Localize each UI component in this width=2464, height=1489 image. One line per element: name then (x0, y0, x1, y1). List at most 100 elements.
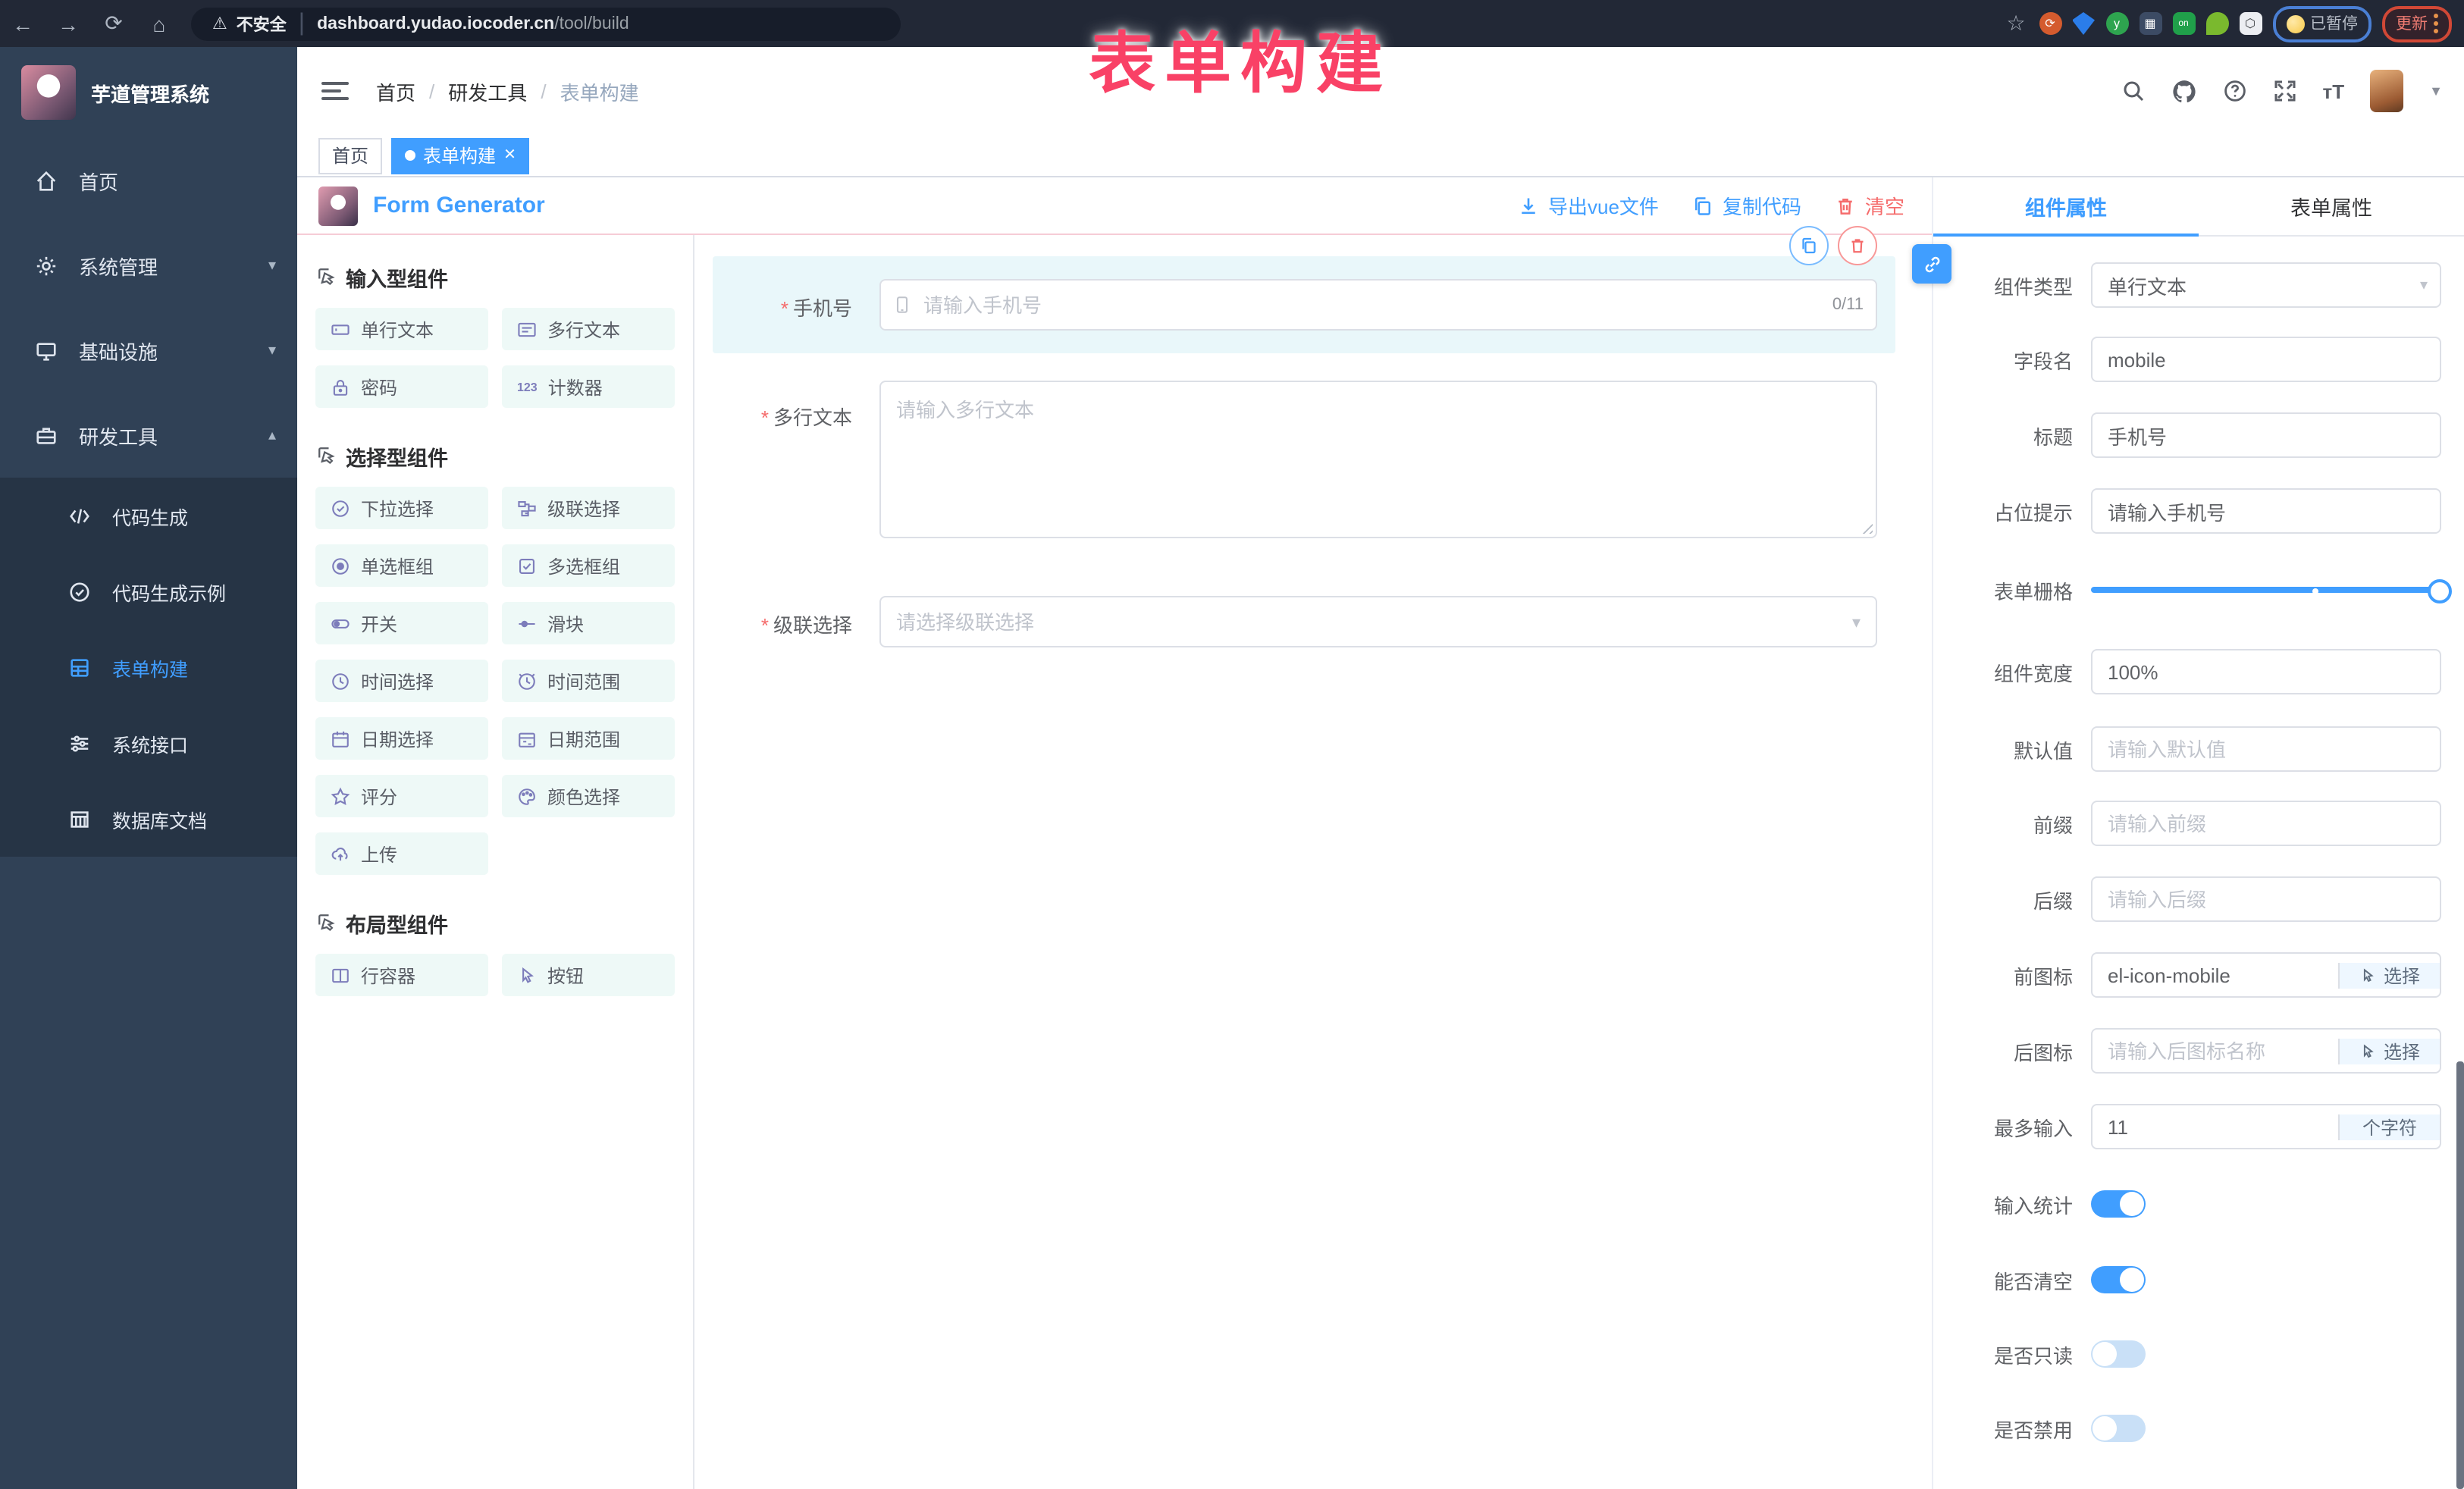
phone-input-field[interactable] (920, 292, 1832, 318)
component-chip-password[interactable]: 密码 (315, 365, 488, 408)
form-grid-slider[interactable] (2091, 567, 2441, 613)
max-input-field[interactable]: 个字符 (2091, 1104, 2441, 1149)
component-chip-time[interactable]: 时间选择 (315, 660, 488, 702)
suffix-icon-input[interactable]: 选择 (2091, 1028, 2441, 1074)
browser-home-icon[interactable]: ⌂ (136, 11, 182, 36)
drag-component-icon (315, 911, 337, 936)
placeholder-input[interactable] (2091, 488, 2441, 534)
component-type-select[interactable]: ▾ (2091, 262, 2441, 308)
breadcrumb-home[interactable]: 首页 (376, 77, 415, 105)
bookmark-star-icon[interactable]: ☆ (2004, 11, 2028, 36)
clock-range-icon (517, 671, 537, 691)
delete-field-button[interactable] (1838, 226, 1877, 265)
switch-icon (331, 613, 350, 633)
sidebar-item-codegen-demo[interactable]: 代码生成示例 (0, 553, 297, 629)
table-icon (67, 807, 91, 830)
tag-home[interactable]: 首页 (318, 137, 382, 174)
component-chip-rate[interactable]: 评分 (315, 775, 488, 817)
extension-icon-6[interactable] (2205, 12, 2228, 35)
tab-component-props[interactable]: 组件属性 (1933, 177, 2199, 235)
page: ← → ⟳ ⌂ ⚠ 不安全 | dashboard.yudao.iocoder.… (0, 0, 2464, 1489)
profile-paused-badge[interactable]: 已暂停 (2272, 5, 2372, 42)
app-logo[interactable]: 芋道管理系统 (0, 47, 297, 138)
font-size-icon[interactable]: ᴛT (2323, 80, 2345, 102)
textarea-input[interactable] (881, 382, 1876, 537)
search-icon[interactable] (2121, 79, 2146, 103)
browser-update-button[interactable]: 更新 (2382, 5, 2452, 42)
component-chip-select[interactable]: 下拉选择 (315, 487, 488, 529)
browser-back-icon[interactable]: ← (0, 11, 45, 36)
disabled-toggle[interactable] (2091, 1415, 2146, 1442)
sidebar-item-db-doc[interactable]: 数据库文档 (0, 781, 297, 857)
extension-icon-5[interactable]: on (2172, 12, 2195, 35)
clear-button[interactable]: 清空 (1835, 191, 1904, 220)
close-icon[interactable]: ✕ (503, 147, 516, 164)
security-label: 不安全 (237, 11, 287, 36)
sidebar-item-infra[interactable]: 基础设施 ▾ (0, 308, 297, 393)
component-chip-counter[interactable]: 123 计数器 (502, 365, 675, 408)
component-chip-button[interactable]: 按钮 (502, 954, 675, 996)
breadcrumb-devtools[interactable]: 研发工具 (448, 77, 527, 105)
component-chip-single-text[interactable]: 单行文本 (315, 308, 488, 350)
sidebar-item-devtools[interactable]: 研发工具 ▴ (0, 393, 297, 478)
input-stats-toggle[interactable] (2091, 1190, 2146, 1218)
copy-code-button[interactable]: 复制代码 (1692, 191, 1801, 220)
component-chip-slider[interactable]: 滑块 (502, 602, 675, 644)
sidebar-item-codegen[interactable]: 代码生成 (0, 478, 297, 553)
breadcrumb: 首页 / 研发工具 / 表单构建 (376, 77, 639, 105)
scrollbar-thumb[interactable] (2456, 1061, 2464, 1489)
component-chip-row-container[interactable]: 行容器 (315, 954, 488, 996)
suffix-input[interactable] (2091, 876, 2441, 922)
hamburger-icon[interactable] (321, 82, 349, 100)
extension-icon-1[interactable]: ⟳ (2039, 12, 2061, 35)
prefix-icon-input[interactable]: 选择 (2091, 952, 2441, 998)
component-chip-upload[interactable]: 上传 (315, 832, 488, 875)
phone-input[interactable]: 0/11 (879, 279, 1877, 331)
sidebar-item-form-builder[interactable]: 表单构建 (0, 629, 297, 705)
slider-handle[interactable] (2428, 579, 2452, 603)
sidebar-item-api[interactable]: 系统接口 (0, 705, 297, 781)
fullscreen-icon[interactable] (2273, 79, 2297, 103)
readonly-toggle[interactable] (2091, 1340, 2146, 1368)
form-generator-title: Form Generator (373, 193, 545, 218)
sidebar-item-home[interactable]: 首页 (0, 138, 297, 223)
extension-icon-3[interactable]: y (2105, 12, 2128, 35)
tab-form-props[interactable]: 表单属性 (2199, 177, 2464, 235)
component-chip-radio[interactable]: 单选框组 (315, 544, 488, 587)
component-chip-checkbox[interactable]: 多选框组 (502, 544, 675, 587)
tag-form-builder[interactable]: 表单构建 ✕ (391, 137, 530, 174)
browser-menu-icon[interactable] (2434, 14, 2438, 33)
cascader-field[interactable]: ▾ (879, 596, 1877, 647)
component-chip-textarea[interactable]: 多行文本 (502, 308, 675, 350)
extensions-puzzle-icon[interactable]: ⬡ (2239, 12, 2262, 35)
component-chip-date-range[interactable]: 日期范围 (502, 717, 675, 760)
user-avatar[interactable] (2370, 70, 2403, 112)
address-bar[interactable]: ⚠ 不安全 | dashboard.yudao.iocoder.cn /tool… (191, 7, 901, 40)
cascader-input[interactable] (881, 609, 1852, 635)
user-caret-icon[interactable]: ▼ (2429, 83, 2443, 99)
title-input[interactable] (2091, 412, 2441, 458)
prefix-input[interactable] (2091, 801, 2441, 846)
help-icon[interactable] (2223, 79, 2247, 103)
component-chip-switch[interactable]: 开关 (315, 602, 488, 644)
component-chip-time-range[interactable]: 时间范围 (502, 660, 675, 702)
textarea-field[interactable] (879, 381, 1877, 538)
char-counter: 0/11 (1832, 296, 1876, 314)
extension-icon-4[interactable]: ▦ (2139, 12, 2161, 35)
sidebar-item-system[interactable]: 系统管理 ▾ (0, 223, 297, 308)
github-icon[interactable] (2171, 78, 2197, 104)
duplicate-field-button[interactable] (1789, 226, 1829, 265)
component-chip-date[interactable]: 日期选择 (315, 717, 488, 760)
export-vue-button[interactable]: 导出vue文件 (1518, 191, 1659, 220)
extension-icon-2[interactable] (2072, 12, 2095, 35)
prefix-icon-select-button[interactable]: 选择 (2338, 962, 2440, 988)
browser-forward-icon[interactable]: → (45, 11, 91, 36)
component-chip-color[interactable]: 颜色选择 (502, 775, 675, 817)
width-input[interactable] (2091, 649, 2441, 694)
clearable-toggle[interactable] (2091, 1266, 2146, 1293)
browser-reload-icon[interactable]: ⟳ (91, 11, 136, 36)
component-chip-cascader[interactable]: 级联选择 (502, 487, 675, 529)
default-value-input[interactable] (2091, 726, 2441, 772)
suffix-icon-select-button[interactable]: 选择 (2338, 1038, 2440, 1064)
field-name-input[interactable] (2091, 337, 2441, 382)
